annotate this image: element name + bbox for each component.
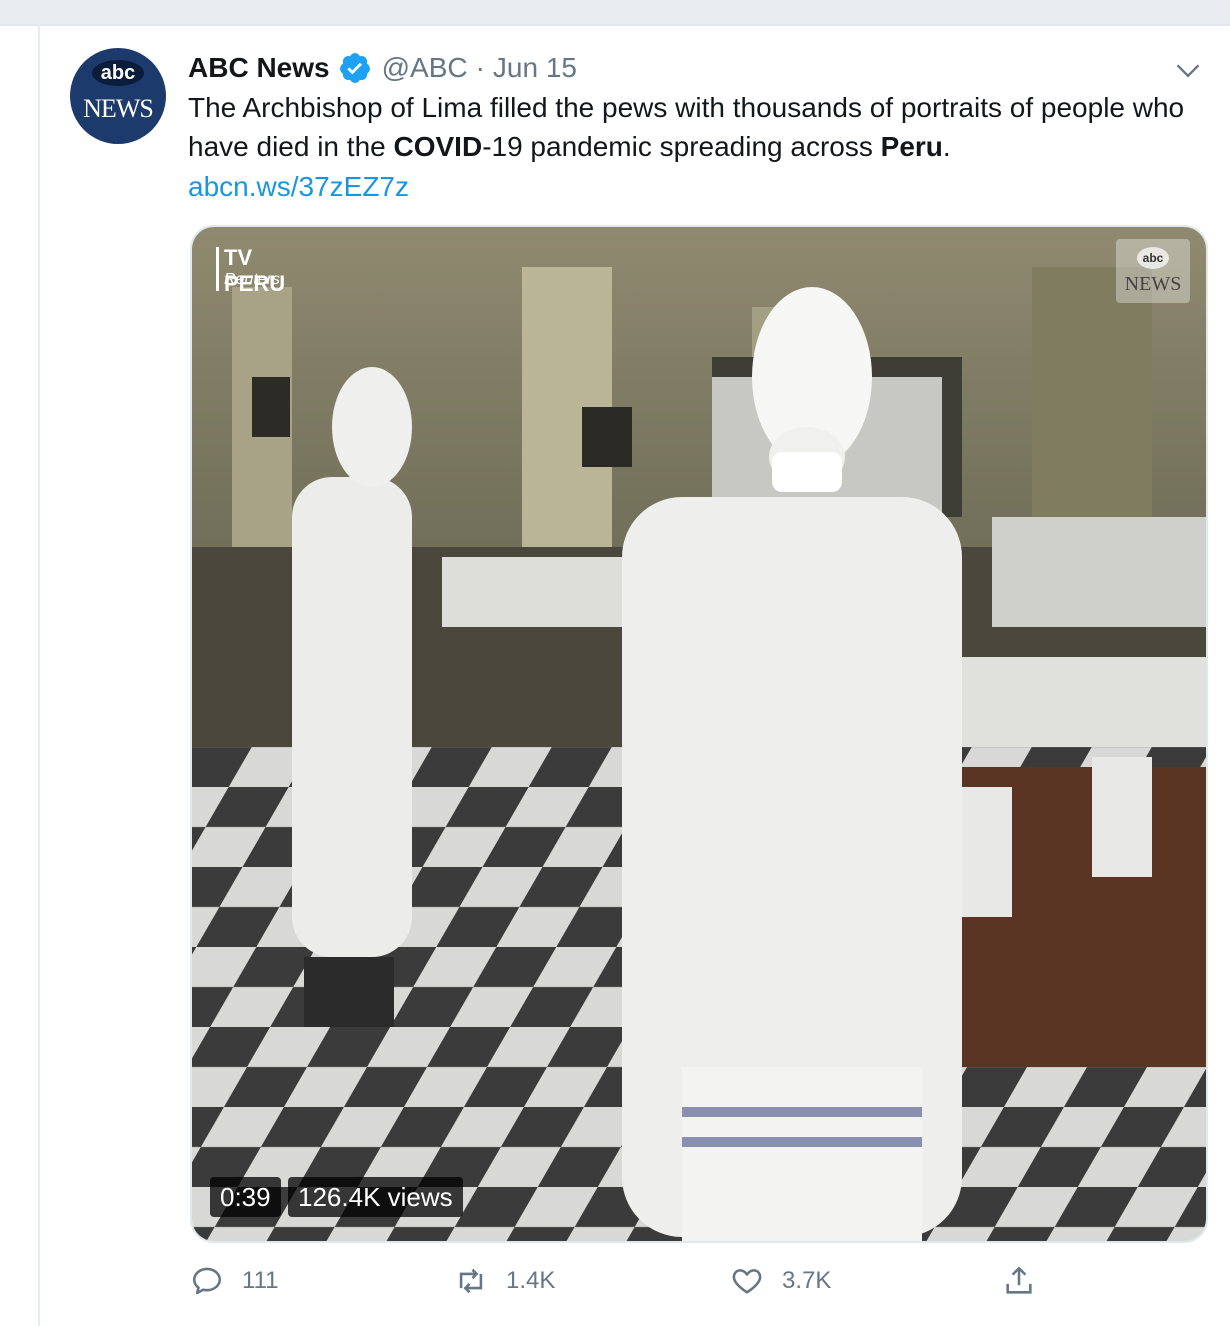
video-view-count: 126.4K views bbox=[288, 1177, 463, 1217]
reply-count: 111 bbox=[242, 1267, 279, 1294]
watermark-news-label: NEWS bbox=[1124, 273, 1182, 295]
tweet-header: ABC News @ABC · Jun 15 bbox=[188, 48, 577, 88]
video-player[interactable]: TV PERU Reuters abc NEWS 0:39 126.4K vie… bbox=[190, 225, 1208, 1243]
tweet-text-part3: . bbox=[942, 131, 951, 162]
avatar[interactable]: abc NEWS bbox=[70, 48, 166, 144]
tweet-card[interactable]: abc NEWS ABC News @ABC · Jun 15 The Arch… bbox=[40, 26, 1230, 1326]
heart-icon bbox=[732, 1269, 762, 1294]
tweet-text-part2: -19 pandemic spreading across bbox=[482, 131, 881, 162]
tweet-actions: 111 1.4K 3.7K bbox=[190, 1254, 1090, 1308]
video-duration: 0:39 bbox=[210, 1177, 281, 1217]
author-handle[interactable]: @ABC bbox=[382, 52, 468, 84]
author-name[interactable]: ABC News bbox=[188, 52, 330, 84]
video-frame bbox=[192, 227, 1206, 1241]
tweet-text: The Archbishop of Lima filled the pews w… bbox=[188, 88, 1208, 166]
share-button[interactable] bbox=[1002, 1264, 1054, 1298]
tweet-text-bold-covid[interactable]: COVID bbox=[394, 131, 483, 162]
like-count: 3.7K bbox=[782, 1267, 832, 1294]
tweet-date[interactable]: Jun 15 bbox=[493, 52, 577, 84]
reply-icon bbox=[192, 1267, 222, 1295]
reply-button[interactable]: 111 bbox=[190, 1264, 278, 1298]
separator-dot: · bbox=[475, 52, 485, 83]
abc-logo: abc bbox=[92, 60, 144, 86]
verified-badge-icon bbox=[338, 51, 372, 85]
abc-news-watermark: abc NEWS bbox=[1116, 239, 1190, 303]
retweet-count: 1.4K bbox=[506, 1267, 556, 1294]
retweet-button[interactable]: 1.4K bbox=[454, 1264, 555, 1298]
watermark-abc-logo: abc bbox=[1137, 247, 1169, 269]
chevron-down-icon[interactable] bbox=[1174, 56, 1202, 84]
watermark-reuters: Reuters bbox=[224, 271, 281, 288]
timeline-top-gap bbox=[0, 0, 1230, 24]
watermark-bar bbox=[216, 247, 219, 291]
avatar-news-label: NEWS bbox=[83, 94, 154, 123]
tweet-text-bold-peru[interactable]: Peru bbox=[881, 131, 943, 162]
share-icon bbox=[1006, 1266, 1032, 1294]
retweet-icon bbox=[459, 1268, 483, 1294]
tweet-link[interactable]: abcn.ws/37zEZ7z bbox=[188, 167, 409, 206]
like-button[interactable]: 3.7K bbox=[730, 1264, 831, 1298]
